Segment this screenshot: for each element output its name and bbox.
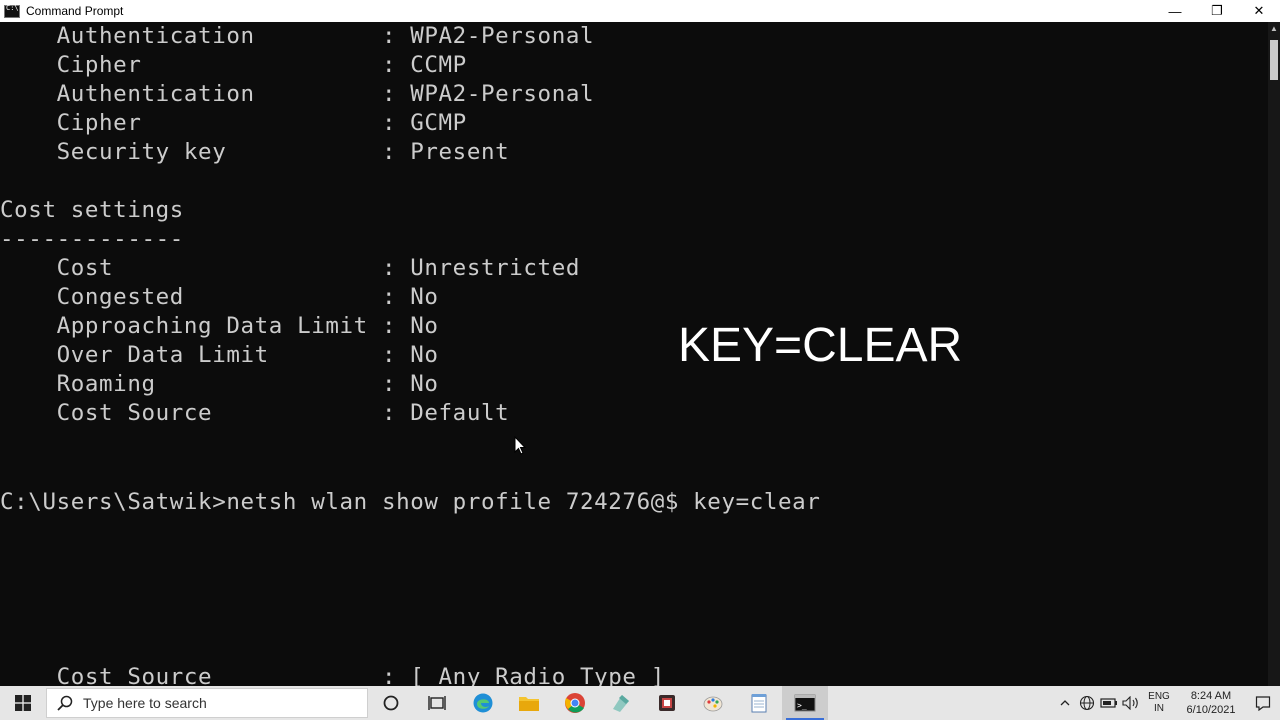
console-line: Cipher : GCMP	[0, 110, 467, 136]
command-prompt-taskbar-button[interactable]: >_	[782, 686, 828, 720]
notification-icon	[1255, 696, 1271, 711]
console-line: Cost Source : [ Any Radio Type ]	[0, 664, 665, 686]
notepad-button[interactable]	[736, 686, 782, 720]
chrome-button[interactable]	[552, 686, 598, 720]
console-line: Congested : No	[0, 284, 439, 310]
command-prompt-icon: >_	[794, 694, 816, 712]
clock-date: 6/10/2021	[1186, 704, 1236, 716]
input-language-indicator[interactable]: ENG IN	[1142, 691, 1176, 715]
task-view-icon	[428, 696, 446, 710]
window-title: Command Prompt	[26, 4, 124, 18]
windows-logo-icon	[15, 695, 31, 711]
mouse-pointer-icon	[514, 436, 526, 455]
notepad-icon	[751, 694, 767, 713]
window-controls: — ❐ ✕	[1154, 0, 1280, 22]
media-app-button[interactable]	[644, 686, 690, 720]
svg-text:>_: >_	[797, 701, 807, 710]
edge-button[interactable]	[460, 686, 506, 720]
console-line: Security key : Present	[0, 139, 510, 165]
command-prompt-app-icon	[4, 4, 20, 18]
action-center-button[interactable]	[1246, 686, 1280, 720]
show-hidden-icons-chevron-up-icon[interactable]	[1054, 686, 1076, 720]
paint-icon	[703, 696, 723, 712]
file-explorer-icon	[519, 697, 539, 711]
language-code: ENG	[1148, 691, 1170, 702]
task-view-button[interactable]	[414, 686, 460, 720]
paint-button[interactable]	[690, 686, 736, 720]
edge-icon	[473, 693, 493, 713]
taskbar: >_ ENG	[0, 686, 1280, 720]
command-line: C:\Users\Satwik>netsh wlan show profile …	[0, 489, 821, 515]
console-line: Authentication : WPA2-Personal	[0, 81, 595, 107]
console-line: Authentication : WPA2-Personal	[0, 23, 595, 49]
app-icon-green	[613, 695, 629, 712]
console-line: Over Data Limit : No	[0, 342, 439, 368]
network-globe-icon[interactable]	[1076, 686, 1098, 720]
system-tray: ENG IN 8:24 AM 6/10/2021	[1054, 686, 1280, 720]
app-button-green[interactable]	[598, 686, 644, 720]
language-region: IN	[1154, 703, 1164, 714]
cortana-icon	[383, 695, 399, 711]
chrome-icon	[565, 693, 585, 713]
app-icon-media	[659, 695, 675, 711]
console-line: Cost : Unrestricted	[0, 255, 580, 281]
taskbar-clock[interactable]: 8:24 AM 6/10/2021	[1176, 689, 1246, 717]
search-icon	[57, 695, 73, 711]
close-button[interactable]: ✕	[1238, 0, 1280, 22]
scrollbar-thumb[interactable]	[1270, 40, 1278, 80]
console-line: Approaching Data Limit : No	[0, 313, 439, 339]
overlay-caption: KEY=CLEAR	[678, 319, 963, 372]
clock-time: 8:24 AM	[1190, 690, 1232, 702]
minimize-button[interactable]: —	[1154, 0, 1196, 22]
start-button[interactable]	[0, 686, 46, 720]
taskbar-search-box[interactable]	[46, 688, 368, 718]
volume-icon[interactable]	[1120, 686, 1142, 720]
console-line: Cost Source : Default	[0, 400, 510, 426]
scroll-up-arrow-icon[interactable]: ▲	[1269, 24, 1279, 34]
title-bar[interactable]: Command Prompt — ❐ ✕	[0, 0, 1280, 22]
restore-button[interactable]: ❐	[1196, 0, 1238, 22]
battery-icon[interactable]	[1098, 686, 1120, 720]
console-output[interactable]: Authentication : WPA2-Personal Cipher : …	[0, 22, 1268, 686]
console-line: Roaming : No	[0, 371, 439, 397]
search-input[interactable]	[81, 694, 345, 712]
vertical-scrollbar[interactable]: ▲	[1268, 22, 1280, 686]
console-line: Cost settings	[0, 197, 184, 223]
console-line: Cipher : CCMP	[0, 52, 467, 78]
console-line: -------------	[0, 226, 184, 252]
file-explorer-button[interactable]	[506, 686, 552, 720]
cortana-button[interactable]	[368, 686, 414, 720]
